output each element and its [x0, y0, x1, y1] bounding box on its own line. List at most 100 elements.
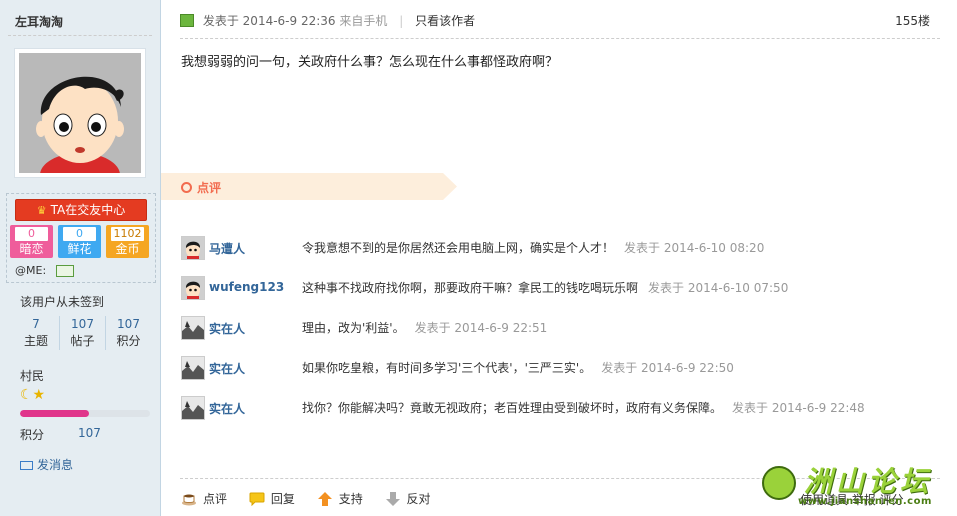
post-content: 我想弱弱的问一句，关政府什么事？怎么现在什么事都怪政府啊？	[181, 55, 559, 70]
me-row: @ME:	[15, 264, 74, 277]
threads-count[interactable]: 7 主题	[13, 316, 59, 350]
level-progress-fill	[20, 410, 89, 417]
review-action-label: 点评	[203, 492, 228, 506]
avatar-landscape-icon	[182, 397, 204, 419]
mobile-post-icon	[180, 14, 194, 27]
support-label: 支持	[338, 492, 363, 506]
arrow-up-icon	[317, 491, 332, 506]
divider	[180, 38, 940, 39]
commenter-nick[interactable]: 实在人	[209, 400, 245, 417]
review-title-text: 点评	[197, 181, 222, 195]
signin-status: 该用户从未签到	[20, 295, 105, 309]
forum-logo-watermark: 洲山论坛 www.jianshanren.com	[762, 460, 942, 510]
points-count-value: 107	[117, 317, 140, 331]
gold-coins-button[interactable]: 1102 金币	[106, 225, 149, 258]
only-author-link[interactable]: 只看该作者	[415, 14, 475, 28]
posts-value: 107	[71, 317, 94, 331]
comment-body: 找你？你能解决吗？竟敢无视政府；老百姓理由受到破坏时，政府有义务保障。	[302, 401, 723, 415]
floor-number[interactable]: 155楼	[895, 10, 930, 32]
comment-time: 发表于 2014-6-10 07:50	[648, 281, 789, 295]
comment-text: 如果你吃皇粮，有时间多学习'三个代表'，'三严三实'。 发表于 2014-6-9 …	[302, 359, 734, 376]
points-count[interactable]: 107 积分	[105, 316, 151, 350]
commenter-avatar[interactable]	[181, 276, 205, 300]
posted-prefix: 发表于	[202, 14, 239, 28]
envelope-icon	[20, 461, 33, 470]
commenter-avatar[interactable]	[181, 396, 205, 420]
mention-mail-icon[interactable]	[55, 265, 74, 277]
author-sidebar: 左耳淘淘 ♛ TA在交友中心 0 暗恋 0 鲜花 1102 金币 @ME: 该用…	[0, 0, 161, 516]
comment-body: 这种事不找政府找你啊，那要政府干嘛？拿民工的钱吃喝玩乐啊	[302, 281, 639, 295]
avatar[interactable]	[14, 48, 146, 178]
comment-row: 实在人 找你？你能解决吗？竟敢无视政府；老百姓理由受到破坏时，政府有义务保障。发…	[181, 396, 941, 420]
comment-body: 令我意想不到的是你居然还会用电脑上网，确实是个人才！	[302, 241, 615, 255]
ta-button-label: TA在交友中心	[50, 203, 126, 217]
flowers-button[interactable]: 0 鲜花	[58, 225, 101, 258]
author-username[interactable]: 左耳淘淘	[15, 13, 63, 30]
comment-text: 这种事不找政府找你啊，那要政府干嘛？拿民工的钱吃喝玩乐啊 发表于 2014-6-1…	[302, 279, 788, 296]
separator: |	[399, 14, 404, 28]
social-stats-box: ♛ TA在交友中心 0 暗恋 0 鲜花 1102 金币 @ME:	[6, 193, 156, 283]
gold-coins-count: 1102	[111, 227, 144, 241]
comment-row: 实在人 如果你吃皇粮，有时间多学习'三个代表'，'三严三实'。 发表于 2014-…	[181, 356, 941, 380]
crush-count: 0	[15, 227, 48, 241]
commenter-avatar[interactable]	[181, 316, 205, 340]
me-label: @ME:	[15, 264, 47, 277]
avatar-face-icon	[182, 237, 204, 259]
commenter-avatar[interactable]	[181, 236, 205, 260]
posts-count[interactable]: 107 帖子	[59, 316, 105, 350]
reply-button[interactable]: 回复	[249, 489, 295, 509]
crown-icon: ♛	[36, 204, 47, 217]
comment-text: 令我意想不到的是你居然还会用电脑上网，确实是个人才！ 发表于 2014-6-10 …	[302, 239, 764, 256]
level-progress-bar	[20, 410, 150, 417]
comment-row: 马遭人 令我意想不到的是你居然还会用电脑上网，确实是个人才！ 发表于 2014-6…	[181, 236, 941, 260]
flowers-count: 0	[63, 227, 96, 241]
commenter-nick[interactable]: wufeng123	[209, 280, 284, 294]
commenter-nick[interactable]: 马遭人	[209, 240, 245, 257]
comment-time: 发表于 2014-6-9 22:51	[414, 321, 548, 335]
avatar-landscape-icon	[182, 357, 204, 379]
posted-time: 2014-6-9 22:36	[242, 14, 336, 28]
review-action-button[interactable]: 点评	[181, 489, 227, 509]
divider	[8, 35, 152, 36]
support-button[interactable]: 支持	[317, 489, 363, 509]
comment-body: 如果你吃皇粮，有时间多学习'三个代表'，'三严三实'。	[302, 361, 592, 375]
ta-social-center-button[interactable]: ♛ TA在交友中心	[15, 199, 147, 221]
avatar-landscape-icon	[182, 317, 204, 339]
send-message-label: 发消息	[37, 458, 74, 472]
comment-body: 理由，改为'利益'。	[302, 321, 405, 335]
logo-ball-icon	[762, 466, 796, 500]
comment-row: wufeng123 这种事不找政府找你啊，那要政府干嘛？拿民工的钱吃喝玩乐啊 发表…	[181, 276, 941, 300]
commenter-avatar[interactable]	[181, 356, 205, 380]
coffee-cup-icon	[182, 494, 196, 505]
points-row: 积分 107	[20, 426, 101, 443]
commenter-nick[interactable]: 实在人	[209, 320, 245, 337]
post-actions: 点评 回复 支持 反对	[181, 489, 449, 509]
commenter-nick[interactable]: 实在人	[209, 360, 245, 377]
crush-button[interactable]: 0 暗恋	[10, 225, 53, 258]
arrow-down-icon	[385, 491, 400, 506]
level-stars-icon: ☾★	[20, 387, 46, 403]
comment-time: 发表于 2014-6-9 22:50	[601, 361, 734, 375]
logo-text: 洲山论坛	[804, 465, 933, 498]
posts-label: 帖子	[70, 334, 95, 348]
avatar-face-icon	[182, 277, 204, 299]
logo-url: www.jianshanren.com	[798, 496, 932, 507]
points-value: 107	[78, 426, 101, 440]
user-counts: 7 主题 107 帖子 107 积分	[13, 316, 151, 350]
points-label: 积分	[20, 428, 45, 442]
user-rank[interactable]: 村民	[20, 367, 44, 384]
posted-via[interactable]: 来自手机	[339, 14, 387, 28]
reply-label: 回复	[270, 492, 295, 506]
comment-time: 发表于 2014-6-10 08:20	[624, 241, 765, 255]
comment-time: 发表于 2014-6-9 22:48	[732, 401, 865, 415]
post-header: 发表于 2014-6-9 22:36 来自手机 | 只看该作者 155楼	[180, 10, 940, 32]
oppose-button[interactable]: 反对	[385, 489, 431, 509]
threads-label: 主题	[23, 334, 48, 348]
speech-bubble-icon	[249, 492, 265, 506]
crush-label: 暗恋	[19, 242, 44, 256]
send-message-link[interactable]: 发消息	[20, 456, 73, 473]
threads-value: 7	[32, 317, 40, 331]
oppose-label: 反对	[406, 492, 431, 506]
comment-row: 实在人 理由，改为'利益'。 发表于 2014-6-9 22:51	[181, 316, 941, 340]
forum-post-page: 左耳淘淘 ♛ TA在交友中心 0 暗恋 0 鲜花 1102 金币 @ME: 该用…	[0, 0, 957, 516]
